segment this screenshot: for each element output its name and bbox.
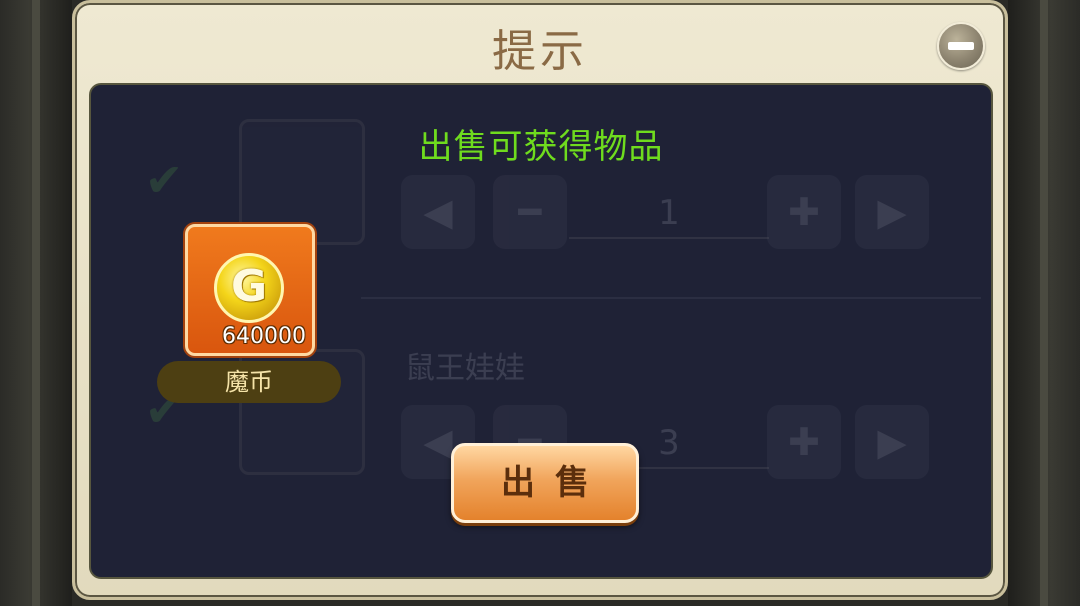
right-arrow-icon: ▶: [855, 405, 929, 479]
gold-coin-icon: G: [214, 253, 284, 323]
content-panel: ✔ ◀ ━ 1 ✚ ▶ ✔ 鼠王娃娃 ◀ ━ 3 ✚ ▶ 出售可获得物品 G 6…: [89, 83, 993, 579]
sell-button[interactable]: 出售: [451, 443, 639, 523]
coin-letter: G: [230, 261, 268, 312]
panel-heading: 出售可获得物品: [418, 127, 664, 167]
reward-item-card[interactable]: G 640000: [185, 224, 315, 356]
item-name: 魔币: [157, 361, 341, 403]
hint-dialog: 提示 ✔ ◀ ━ 1 ✚ ▶ ✔ 鼠王娃娃 ◀ ━ 3 ✚ ▶ 出售可获得物品 …: [72, 0, 1008, 600]
item-name-label: 鼠王娃娃: [405, 351, 525, 386]
row-divider: [361, 297, 981, 299]
dialog-title: 提示: [492, 26, 588, 77]
minus-circle-icon: [948, 42, 974, 50]
plus-icon: ✚: [767, 405, 841, 479]
quantity-field: 1: [569, 189, 769, 239]
item-count: 640000: [222, 324, 306, 349]
right-arrow-icon: ▶: [855, 175, 929, 249]
minus-icon: ━: [493, 175, 567, 249]
backdrop-right: [1008, 0, 1080, 606]
plus-icon: ✚: [767, 175, 841, 249]
left-arrow-icon: ◀: [401, 175, 475, 249]
close-button[interactable]: [937, 22, 985, 70]
backdrop-left: [0, 0, 72, 606]
